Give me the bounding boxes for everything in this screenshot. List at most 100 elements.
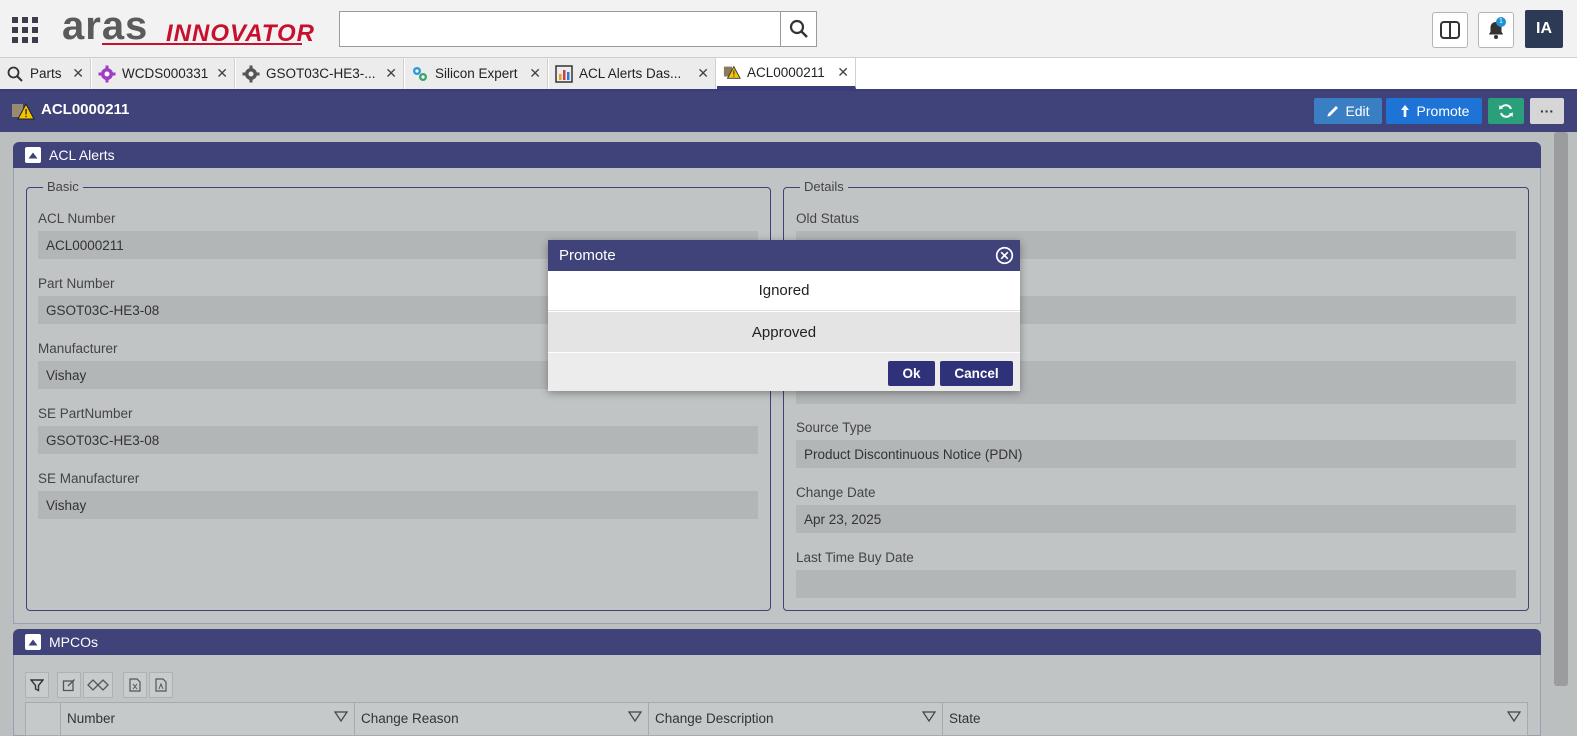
mpcos-grid-header: Number Change Reason Change Description …	[25, 702, 1528, 736]
change-date-label: Change Date	[796, 485, 876, 500]
user-avatar[interactable]: IA	[1525, 10, 1563, 48]
close-icon[interactable]: ✕	[208, 65, 228, 82]
search-input[interactable]	[339, 11, 781, 47]
column-filter-icon[interactable]	[1507, 711, 1521, 723]
pencil-icon	[1327, 106, 1339, 117]
collapse-icon[interactable]	[25, 634, 41, 650]
close-icon[interactable]: ✕	[829, 64, 849, 81]
last-time-buy-date-label: Last Time Buy Date	[796, 550, 914, 565]
close-icon[interactable]	[995, 246, 1014, 265]
excel-file-icon	[129, 678, 141, 692]
cancel-button[interactable]: Cancel	[940, 361, 1013, 386]
tab-label: GSOT03C-HE3-...	[266, 66, 376, 81]
open-button[interactable]	[57, 672, 81, 698]
gear-icon	[98, 65, 116, 83]
promote-dialog: Promote Ignored Approved Ok Cancel	[548, 240, 1020, 391]
external-link-icon	[62, 679, 75, 692]
app-launcher-icon[interactable]	[12, 17, 38, 43]
basic-legend: Basic	[43, 179, 83, 194]
search-icon	[789, 19, 808, 38]
app-header: aras INNOVATOR 1 IA	[0, 0, 1577, 58]
column-label: Change Reason	[361, 711, 459, 726]
item-title-bar: ACL0000211 Edit Promote ···	[0, 91, 1577, 132]
link-icon	[87, 679, 109, 691]
tab-acl-alerts-dashboard[interactable]: ACL Alerts Das... ✕	[549, 58, 716, 89]
export-excel-button[interactable]	[123, 672, 147, 698]
dialog-title: Promote	[559, 247, 616, 264]
ok-button[interactable]: Ok	[888, 361, 935, 386]
acl-alerts-section-header[interactable]: ACL Alerts	[13, 142, 1541, 168]
logo-secondary: INNOVATOR	[166, 20, 316, 47]
search-button[interactable]	[780, 11, 817, 47]
tab-silicon-expert[interactable]: Silicon Expert ✕	[405, 58, 548, 89]
promote-option-ignored[interactable]: Ignored	[548, 271, 1020, 311]
tab-gsot03c[interactable]: GSOT03C-HE3-... ✕	[236, 58, 404, 89]
filter-icon	[30, 679, 44, 692]
logo-primary: aras	[62, 4, 149, 48]
refresh-button[interactable]	[1488, 98, 1524, 124]
tab-label: WCDS000331	[122, 66, 209, 81]
edit-button[interactable]: Edit	[1314, 98, 1382, 124]
split-view-icon	[1440, 21, 1460, 39]
se-manufacturer-label: SE Manufacturer	[38, 471, 140, 486]
edit-label: Edit	[1345, 103, 1370, 119]
grid-toolbar	[25, 672, 173, 698]
gears-icon	[411, 65, 429, 83]
section-title: ACL Alerts	[49, 147, 115, 163]
column-state[interactable]: State	[942, 703, 1527, 736]
column-change-description[interactable]: Change Description	[648, 703, 942, 736]
se-partnumber-field[interactable]: GSOT03C-HE3-08	[38, 426, 758, 454]
close-icon[interactable]: ✕	[64, 65, 84, 82]
notifications-button[interactable]: 1	[1478, 12, 1514, 48]
column-filter-icon[interactable]	[334, 711, 348, 723]
source-type-label: Source Type	[796, 420, 872, 435]
column-filter-icon[interactable]	[922, 711, 936, 723]
export-pdf-button[interactable]	[149, 672, 173, 698]
promote-option-approved[interactable]: Approved	[548, 312, 1020, 352]
tab-label: Parts	[30, 66, 62, 81]
column-change-reason[interactable]: Change Reason	[354, 703, 648, 736]
vertical-scrollbar[interactable]	[1554, 132, 1568, 686]
se-manufacturer-field[interactable]: Vishay	[38, 491, 758, 519]
mpcos-section-header[interactable]: MPCOs	[13, 629, 1541, 655]
change-date-field[interactable]: Apr 23, 2025	[796, 505, 1516, 533]
tab-label: ACL0000211	[747, 64, 825, 80]
part-number-label: Part Number	[38, 276, 115, 291]
tab-bar: Parts ✕ WCDS000331 ✕ GSOT03C-HE3-... ✕ S…	[0, 58, 1577, 91]
promote-label: Promote	[1416, 103, 1470, 119]
split-view-button[interactable]	[1432, 12, 1468, 48]
close-icon[interactable]: ✕	[521, 65, 541, 82]
column-label: Number	[67, 711, 116, 726]
pdf-file-icon	[155, 678, 167, 692]
gear-icon	[242, 65, 260, 83]
dialog-footer: Ok Cancel	[548, 353, 1020, 391]
filter-button[interactable]	[25, 672, 49, 698]
promote-arrow-icon	[1400, 105, 1409, 117]
close-icon[interactable]: ✕	[689, 65, 709, 82]
tab-acl0000211[interactable]: ACL0000211 ✕	[717, 58, 856, 89]
source-type-field[interactable]: Product Discontinuous Notice (PDN)	[796, 440, 1516, 468]
refresh-icon	[1499, 104, 1513, 118]
search-icon	[6, 65, 24, 83]
more-button[interactable]: ···	[1530, 98, 1564, 124]
notification-badge: 1	[1496, 17, 1506, 27]
close-icon[interactable]: ✕	[377, 65, 397, 82]
warning-icon	[723, 63, 741, 81]
promote-button[interactable]: Promote	[1386, 98, 1482, 124]
chart-icon	[555, 64, 573, 83]
tab-label: ACL Alerts Das...	[579, 66, 682, 81]
manufacturer-label: Manufacturer	[38, 341, 118, 356]
warning-icon	[11, 101, 35, 124]
column-number[interactable]: Number	[60, 703, 354, 736]
column-filter-icon[interactable]	[628, 711, 642, 723]
collapse-icon[interactable]	[25, 147, 41, 163]
section-title: MPCOs	[49, 634, 98, 650]
relationship-button[interactable]	[83, 672, 113, 698]
dialog-header: Promote	[548, 240, 1020, 271]
se-partnumber-label: SE PartNumber	[38, 406, 133, 421]
last-time-buy-date-field[interactable]	[796, 570, 1516, 598]
acl-number-label: ACL Number	[38, 211, 116, 226]
item-title: ACL0000211	[41, 101, 130, 118]
tab-parts[interactable]: Parts ✕	[0, 58, 91, 89]
tab-wcds000331[interactable]: WCDS000331 ✕	[92, 58, 235, 89]
